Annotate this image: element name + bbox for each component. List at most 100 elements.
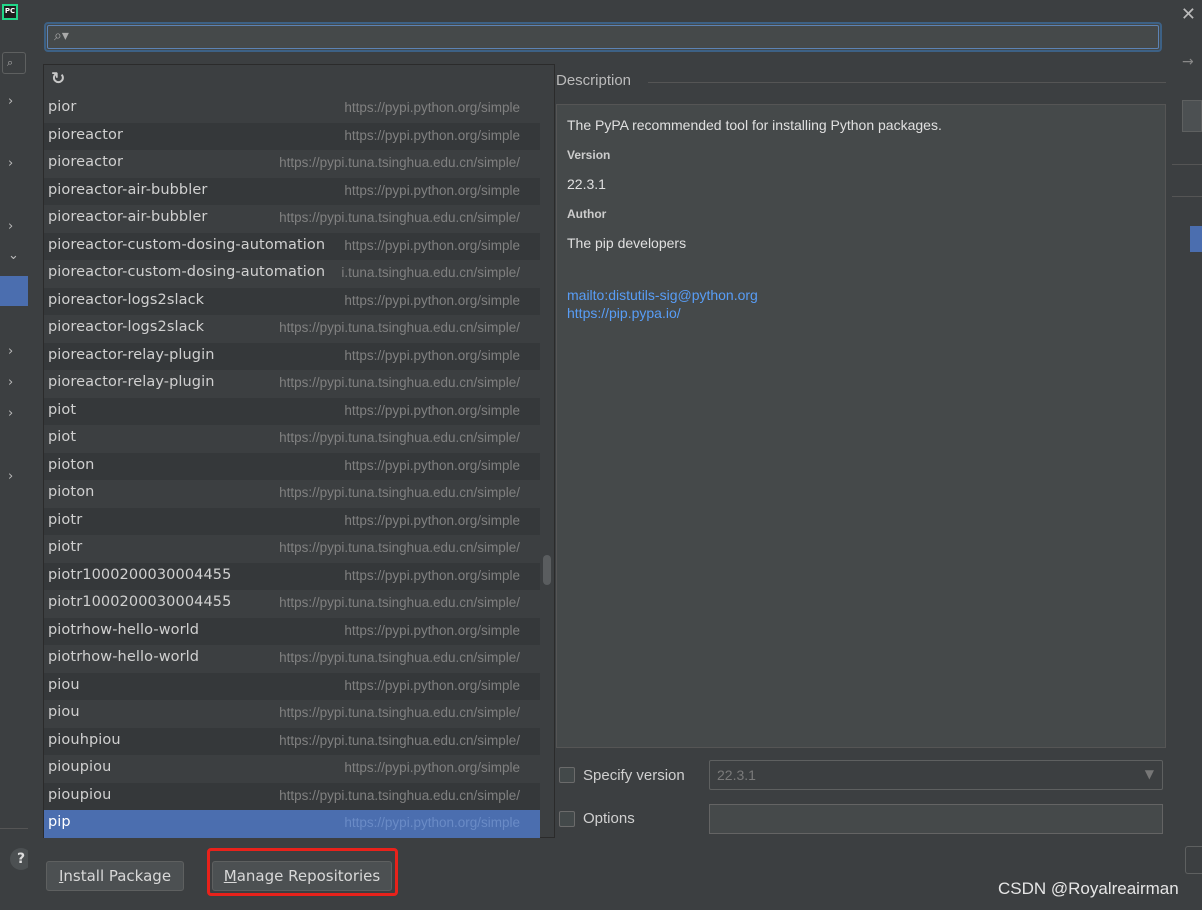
package-row[interactable]: pioreactor-custom-dosing-automation i.tun… xyxy=(44,260,540,288)
package-row[interactable]: piotrhow-hello-world https://pypi.python.… xyxy=(44,617,540,645)
package-repository: https://pypi.tuna.tsinghua.edu.cn/simple… xyxy=(276,595,520,610)
package-row[interactable]: pioreactor-relay-plugin https://pypi.pyth… xyxy=(44,342,540,370)
package-row[interactable]: pioreactor-logs2slack https://pypi.tuna.t… xyxy=(44,315,540,343)
package-row[interactable]: piotr https://pypi.tuna.tsinghua.edu.cn/s… xyxy=(44,535,540,563)
package-repository: i.tuna.tsinghua.edu.cn/simple/ xyxy=(338,265,520,280)
specify-version-checkbox[interactable] xyxy=(559,767,575,783)
watermark: CSDN @Royalreairman xyxy=(998,879,1179,898)
package-row[interactable]: pioton https://pypi.tuna.tsinghua.edu.cn/… xyxy=(44,480,540,508)
package-name: piotr1000200030004455 xyxy=(48,594,232,610)
package-name: piotr1000200030004455 xyxy=(48,566,232,583)
package-row[interactable]: pioreactor https://pypi.python.org/simple xyxy=(44,122,540,150)
package-repository: https://pypi.python.org/simple xyxy=(341,567,520,583)
package-row[interactable]: piot https://pypi.python.org/simple xyxy=(44,397,540,425)
scrollbar-thumb[interactable] xyxy=(543,555,551,585)
chevron-right-icon[interactable]: › xyxy=(8,156,13,171)
options-field[interactable] xyxy=(709,804,1166,835)
package-row[interactable]: pioreactor-logs2slack https://pypi.python… xyxy=(44,287,540,315)
package-name: pioton xyxy=(48,456,95,473)
package-row[interactable]: pioreactor-air-bubbler https://pypi.pytho… xyxy=(44,177,540,205)
package-list-scrollbar[interactable] xyxy=(540,95,554,837)
description-panel: The PyPA recommended tool for installing… xyxy=(556,104,1166,748)
package-row[interactable]: pioreactor-relay-plugin https://pypi.tuna… xyxy=(44,370,540,398)
package-row[interactable]: pioupiou https://pypi.tuna.tsinghua.edu.c… xyxy=(44,782,540,810)
package-name: piou xyxy=(48,704,80,720)
package-name: pioreactor-air-bubbler xyxy=(48,181,208,198)
package-name: pioreactor xyxy=(48,126,124,143)
search-icon[interactable]: ⌕▾ xyxy=(54,28,69,44)
package-repository: https://pypi.python.org/simple xyxy=(341,402,520,418)
package-row[interactable]: pioreactor-custom-dosing-automation https… xyxy=(44,232,540,260)
available-packages-dialog: ⌕▾ ↻ pior https://pypi.python.org/simple p… xyxy=(28,0,1170,910)
ide-selected-item[interactable] xyxy=(0,276,28,306)
specify-version-label: Specify version xyxy=(583,767,685,784)
chevron-right-icon[interactable]: › xyxy=(8,406,13,421)
close-icon[interactable]: ✕ xyxy=(1181,4,1196,25)
divider xyxy=(1172,164,1202,165)
package-row[interactable]: piotr1000200030004455 https://pypi.python… xyxy=(44,562,540,590)
ide-right-button[interactable] xyxy=(1185,846,1202,874)
search-icon[interactable]: ⌕ xyxy=(2,52,26,74)
package-repository: https://pypi.python.org/simple xyxy=(341,677,520,693)
package-row[interactable]: piotrhow-hello-world https://pypi.tuna.ts… xyxy=(44,645,540,673)
package-name: piotr xyxy=(48,511,83,528)
chevron-down-icon[interactable]: ⌄ xyxy=(8,248,19,263)
package-name: pioreactor-logs2slack xyxy=(48,291,205,308)
package-row[interactable]: piot https://pypi.tuna.tsinghua.edu.cn/si… xyxy=(44,425,540,453)
package-repository: https://pypi.tuna.tsinghua.edu.cn/simple… xyxy=(276,540,520,555)
annotation-highlight-box xyxy=(207,848,398,896)
chevron-down-icon[interactable]: ▼ xyxy=(1145,767,1154,781)
mailto-link[interactable]: mailto:distutils-sig@python.org xyxy=(567,287,758,303)
chevron-right-icon[interactable]: › xyxy=(8,344,13,359)
chevron-right-icon[interactable]: › xyxy=(8,469,13,484)
package-repository: https://pypi.tuna.tsinghua.edu.cn/simple… xyxy=(276,485,520,500)
package-row[interactable]: piouhpiou https://pypi.tuna.tsinghua.edu.… xyxy=(44,727,540,755)
package-name: piou xyxy=(48,676,80,693)
package-name: piouhpiou xyxy=(48,731,121,748)
ide-right-button[interactable] xyxy=(1182,100,1202,132)
package-repository: https://pypi.python.org/simple xyxy=(341,622,520,638)
options-input[interactable] xyxy=(710,805,1166,835)
package-row[interactable]: pioreactor-air-bubbler https://pypi.tuna.… xyxy=(44,205,540,233)
ide-right-panel: ✕ → xyxy=(1170,0,1202,910)
package-name: pior xyxy=(48,99,77,115)
package-name: pioreactor-relay-plugin xyxy=(48,374,215,390)
package-row[interactable]: pip https://pypi.python.org/simple xyxy=(44,810,540,838)
package-repository: https://pypi.python.org/simple xyxy=(341,512,520,528)
package-name: pioupiou xyxy=(48,759,112,775)
arrow-right-icon[interactable]: → xyxy=(1182,54,1194,70)
chevron-right-icon[interactable]: › xyxy=(8,219,13,234)
package-repository: https://pypi.python.org/simple xyxy=(341,457,520,473)
chevron-right-icon[interactable]: › xyxy=(8,94,13,109)
package-summary: The PyPA recommended tool for installing… xyxy=(567,117,942,133)
package-row[interactable]: piotr https://pypi.python.org/simple xyxy=(44,507,540,535)
package-row[interactable]: pioreactor https://pypi.tuna.tsinghua.edu… xyxy=(44,150,540,178)
divider xyxy=(1172,196,1202,197)
install-package-button[interactable]: Install Package xyxy=(46,861,184,891)
ide-right-selected-item[interactable] xyxy=(1190,226,1202,252)
package-repository: https://pypi.tuna.tsinghua.edu.cn/simple… xyxy=(276,430,520,445)
options-checkbox[interactable] xyxy=(559,811,575,827)
package-row[interactable]: pioton https://pypi.python.org/simple xyxy=(44,452,540,480)
package-search-box[interactable]: ⌕▾ xyxy=(44,22,1162,52)
ide-left-panel: PC ⌕ › › › ⌄ › › › › ? xyxy=(0,0,32,910)
refresh-icon[interactable]: ↻ xyxy=(51,69,65,89)
package-list: pior https://pypi.python.org/simple piorea… xyxy=(44,95,540,838)
chevron-right-icon[interactable]: › xyxy=(8,375,13,390)
package-row[interactable]: pioupiou https://pypi.python.org/simple xyxy=(44,755,540,783)
package-row[interactable]: piou https://pypi.python.org/simple xyxy=(44,672,540,700)
version-label: Version xyxy=(567,148,611,162)
package-row[interactable]: pior https://pypi.python.org/simple xyxy=(44,95,540,123)
homepage-link[interactable]: https://pip.pypa.io/ xyxy=(567,305,681,321)
package-row[interactable]: piotr1000200030004455 https://pypi.tuna.t… xyxy=(44,590,540,618)
author-value: The pip developers xyxy=(567,235,687,251)
package-repository: https://pypi.python.org/simple xyxy=(341,347,520,363)
package-repository: https://pypi.tuna.tsinghua.edu.cn/simple… xyxy=(276,732,520,748)
package-search-input[interactable] xyxy=(80,27,1144,51)
package-name: pioreactor xyxy=(48,154,124,170)
divider xyxy=(0,828,28,829)
button-label: nstall Package xyxy=(63,867,172,885)
package-row[interactable]: piou https://pypi.tuna.tsinghua.edu.cn/si… xyxy=(44,700,540,728)
version-select[interactable]: 22.3.1 ▼ xyxy=(709,760,1163,790)
package-repository: https://pypi.python.org/simple xyxy=(341,760,520,775)
